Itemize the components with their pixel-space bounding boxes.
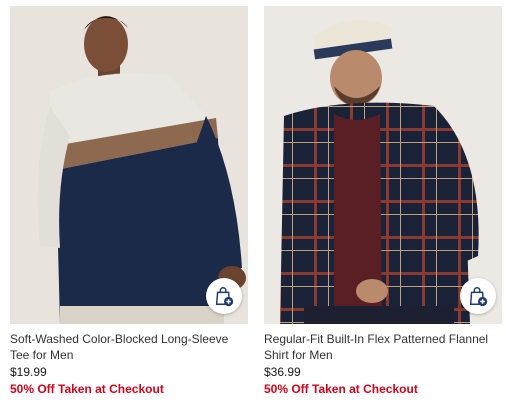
add-to-bag-icon	[469, 287, 488, 307]
product-name[interactable]: Regular-Fit Built-In Flex Patterned Flan…	[264, 331, 502, 363]
product-price: $19.99	[10, 365, 47, 379]
product-image-1[interactable]	[10, 6, 248, 324]
product-name[interactable]: Soft-Washed Color-Blocked Long-Sleeve Te…	[10, 331, 248, 363]
product-promo: 50% Off Taken at Checkout	[264, 382, 418, 396]
product-grid: Soft-Washed Color-Blocked Long-Sleeve Te…	[0, 0, 506, 402]
product-info-1: Soft-Washed Color-Blocked Long-Sleeve Te…	[10, 324, 248, 397]
man-in-color-blocked-tee-photo	[10, 6, 248, 324]
product-card-2: Regular-Fit Built-In Flex Patterned Flan…	[264, 6, 502, 397]
add-to-bag-icon	[215, 287, 234, 307]
product-card-1: Soft-Washed Color-Blocked Long-Sleeve Te…	[10, 6, 248, 397]
add-to-bag-button-1[interactable]	[206, 278, 242, 314]
product-price: $36.99	[264, 365, 301, 379]
product-image-2[interactable]	[264, 6, 502, 324]
product-promo: 50% Off Taken at Checkout	[10, 382, 164, 396]
man-in-plaid-flannel-photo	[264, 6, 502, 324]
product-info-2: Regular-Fit Built-In Flex Patterned Flan…	[264, 324, 502, 397]
add-to-bag-button-2[interactable]	[460, 278, 496, 314]
